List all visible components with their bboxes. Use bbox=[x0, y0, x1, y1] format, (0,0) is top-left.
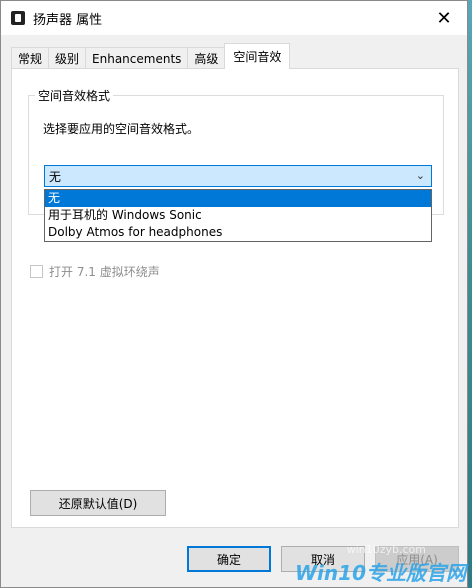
virtual-surround-checkbox[interactable] bbox=[30, 265, 43, 278]
watermark: win10zyb.com Win10专业版官网 bbox=[295, 543, 466, 586]
combobox-value: 无 bbox=[49, 169, 62, 184]
group-title: 空间音效格式 bbox=[35, 87, 114, 104]
watermark-text: Win10专业版官网 bbox=[295, 561, 466, 585]
spatial-format-dropdown: 无 用于耳机的 Windows Sonic Dolby Atmos for he… bbox=[44, 189, 432, 242]
option-windows-sonic[interactable]: 用于耳机的 Windows Sonic bbox=[45, 207, 431, 224]
tab-enhancements[interactable]: Enhancements bbox=[85, 47, 189, 69]
tab-advanced[interactable]: 高级 bbox=[187, 47, 226, 69]
group-description: 选择要应用的空间音效格式。 bbox=[43, 122, 200, 136]
speaker-properties-dialog: 扬声器 属性 ✕ 常规 级别 Enhancements 高级 空间音效 空间音效… bbox=[0, 0, 468, 588]
title-bar: 扬声器 属性 ✕ bbox=[1, 1, 467, 35]
option-none[interactable]: 无 bbox=[45, 190, 431, 207]
watermark-url: win10zyb.com bbox=[346, 543, 426, 556]
option-dolby-atmos[interactable]: Dolby Atmos for headphones bbox=[45, 224, 431, 241]
ok-button[interactable]: 确定 bbox=[187, 546, 271, 572]
spatial-format-combobox[interactable]: 无 ⌄ bbox=[44, 165, 432, 187]
restore-defaults-button[interactable]: 还原默认值(D) bbox=[30, 490, 166, 516]
virtual-surround-row: 打开 7.1 虚拟环绕声 bbox=[30, 263, 160, 280]
speaker-icon bbox=[11, 11, 25, 25]
chevron-down-icon[interactable]: ⌄ bbox=[416, 169, 425, 182]
tab-levels[interactable]: 级别 bbox=[48, 47, 87, 69]
tab-general[interactable]: 常规 bbox=[11, 47, 50, 69]
spatial-sound-panel: 空间音效格式 选择要应用的空间音效格式。 无 ⌄ 无 用于耳机的 Windows… bbox=[11, 68, 459, 528]
close-button[interactable]: ✕ bbox=[421, 1, 467, 35]
tab-strip: 常规 级别 Enhancements 高级 空间音效 bbox=[11, 43, 291, 69]
window-title: 扬声器 属性 bbox=[33, 12, 103, 28]
tab-spatial-sound[interactable]: 空间音效 bbox=[224, 43, 291, 69]
virtual-surround-label: 打开 7.1 虚拟环绕声 bbox=[49, 265, 160, 279]
